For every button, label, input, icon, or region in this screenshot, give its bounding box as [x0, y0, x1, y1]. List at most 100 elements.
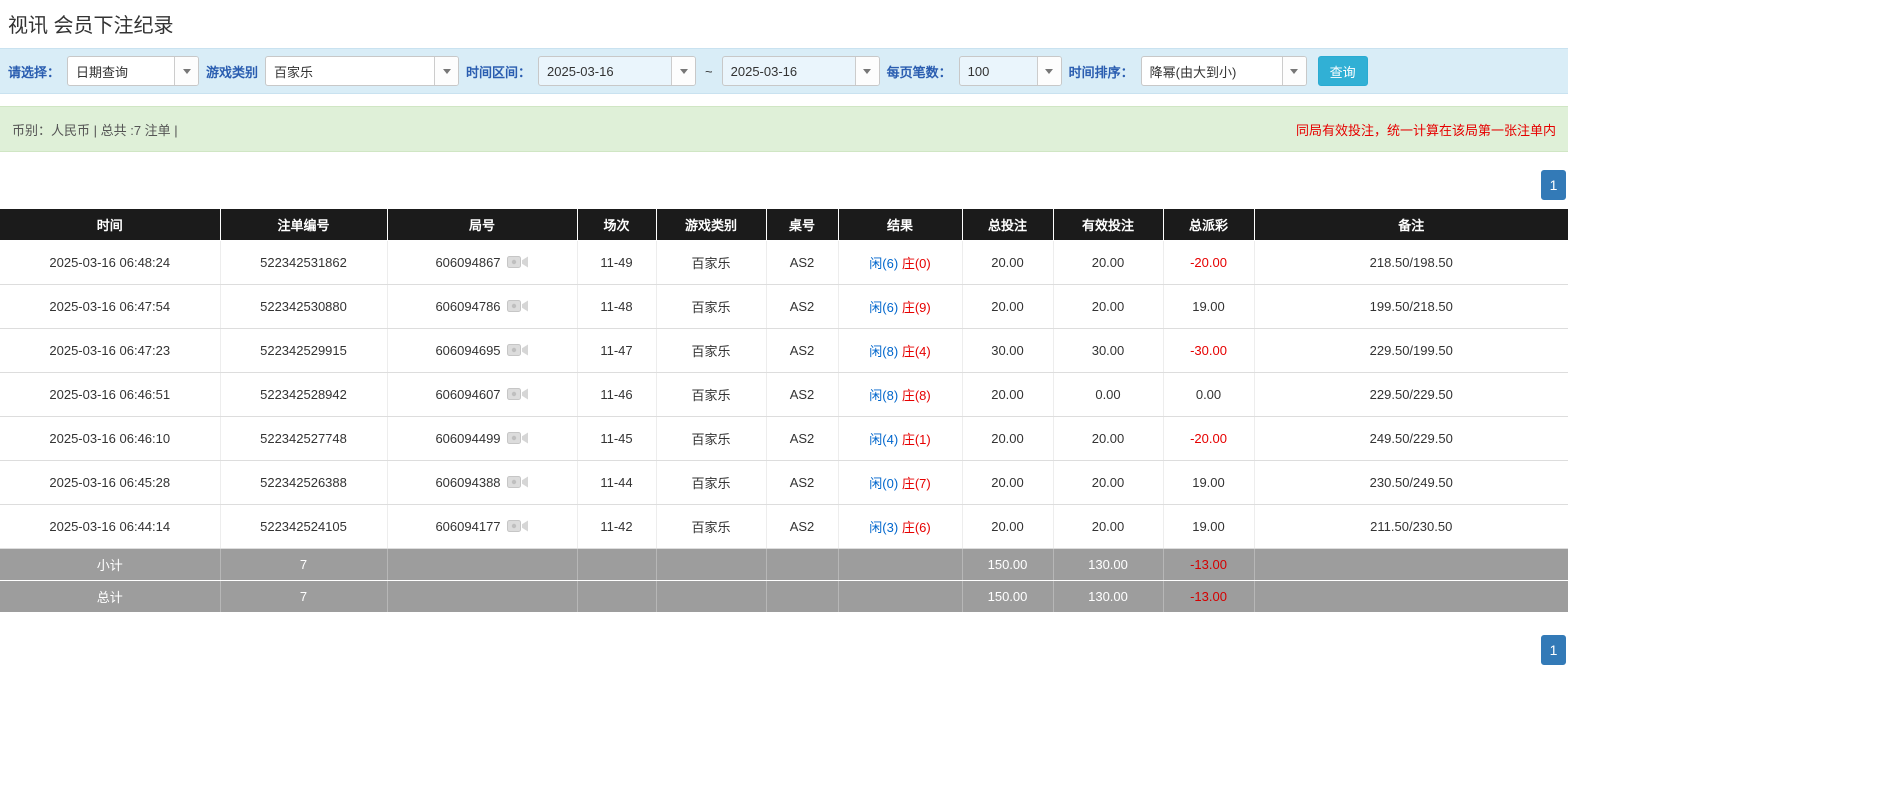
cell-payout: 19.00: [1163, 284, 1254, 328]
round-number: 606094695: [435, 343, 500, 358]
cell-round-id: 606094695: [387, 328, 577, 372]
game-type-input[interactable]: [266, 57, 434, 85]
result-player: 闲(4): [869, 432, 898, 447]
video-replay-icon[interactable]: [507, 254, 529, 270]
cell-total-bet[interactable]: 20.00: [962, 372, 1053, 416]
video-replay-icon[interactable]: [507, 430, 529, 446]
empty-cell: [766, 548, 838, 580]
round-number: 606094607: [435, 387, 500, 402]
cell-bet-id: 522342526388: [220, 460, 387, 504]
cell-valid-bet: 20.00: [1053, 460, 1163, 504]
video-replay-icon[interactable]: [507, 298, 529, 314]
filter-bar: 请选择： 游戏类别 时间区间： ~ 每页笔数： 时间排序：: [0, 48, 1568, 94]
cell-time: 2025-03-16 06:48:24: [0, 240, 220, 284]
date-to-dropdown-button[interactable]: [855, 57, 879, 85]
pagination-top: 1: [0, 170, 1568, 200]
sort-select[interactable]: [1141, 56, 1307, 86]
game-type-dropdown-button[interactable]: [434, 57, 458, 85]
result-banker: 庄(1): [902, 432, 931, 447]
round-number: 606094177: [435, 519, 500, 534]
empty-cell: [766, 580, 838, 612]
header-bet-id: 注单编号: [220, 209, 387, 240]
cell-round-id: 606094388: [387, 460, 577, 504]
game-type-select[interactable]: [265, 56, 459, 86]
cell-bet-id: 522342527748: [220, 416, 387, 460]
cell-round-id: 606094499: [387, 416, 577, 460]
cell-remark: 229.50/229.50: [1254, 372, 1568, 416]
query-type-select[interactable]: [67, 56, 199, 86]
result-banker: 庄(8): [902, 388, 931, 403]
date-from-dropdown-button[interactable]: [671, 57, 695, 85]
cell-valid-bet: 20.00: [1053, 504, 1163, 548]
cell-total-bet[interactable]: 20.00: [962, 284, 1053, 328]
empty-cell: [1254, 580, 1568, 612]
empty-cell: [838, 580, 962, 612]
header-payout: 总派彩: [1163, 209, 1254, 240]
table-row: 2025-03-16 06:46:51 522342528942 6060946…: [0, 372, 1568, 416]
date-from-select[interactable]: [538, 56, 696, 86]
cell-total-bet[interactable]: 20.00: [962, 504, 1053, 548]
cell-game-type: 百家乐: [656, 372, 766, 416]
page-1-button[interactable]: 1: [1541, 170, 1566, 200]
cell-game-type: 百家乐: [656, 284, 766, 328]
date-range-separator: ~: [705, 64, 713, 79]
date-to-input[interactable]: [723, 57, 855, 85]
cell-payout: -20.00: [1163, 416, 1254, 460]
cell-payout: -30.00: [1163, 328, 1254, 372]
per-page-input[interactable]: [960, 57, 1037, 85]
date-from-input[interactable]: [539, 57, 671, 85]
cell-result: 闲(6) 庄(9): [838, 284, 962, 328]
subtotal-payout: -13.00: [1163, 548, 1254, 580]
cell-remark: 230.50/249.50: [1254, 460, 1568, 504]
cell-game-type: 百家乐: [656, 328, 766, 372]
result-banker: 庄(4): [902, 344, 931, 359]
currency-total-text: 币别：人民币 | 总共 :7 注单 |: [12, 120, 178, 139]
cell-result: 闲(3) 庄(6): [838, 504, 962, 548]
table-header-row: 时间 注单编号 局号 场次 游戏类别 桌号 结果 总投注 有效投注 总派彩 备注: [0, 209, 1568, 240]
empty-cell: [387, 548, 577, 580]
cell-total-bet[interactable]: 20.00: [962, 240, 1053, 284]
header-valid-bet: 有效投注: [1053, 209, 1163, 240]
cell-result: 闲(6) 庄(0): [838, 240, 962, 284]
video-replay-icon[interactable]: [507, 386, 529, 402]
cell-total-bet[interactable]: 30.00: [962, 328, 1053, 372]
search-button[interactable]: 查询: [1318, 56, 1368, 86]
sort-dropdown-button[interactable]: [1282, 57, 1306, 85]
per-page-dropdown-button[interactable]: [1037, 57, 1061, 85]
result-banker: 庄(0): [902, 256, 931, 271]
summary-bar: 币别：人民币 | 总共 :7 注单 | 同局有效投注，统一计算在该局第一张注单内: [0, 106, 1568, 152]
result-banker: 庄(9): [902, 300, 931, 315]
cell-session: 11-47: [577, 328, 656, 372]
video-replay-icon[interactable]: [507, 518, 529, 534]
query-type-input[interactable]: [68, 57, 174, 85]
table-row: 2025-03-16 06:46:10 522342527748 6060944…: [0, 416, 1568, 460]
cell-valid-bet: 30.00: [1053, 328, 1163, 372]
query-type-dropdown-button[interactable]: [174, 57, 198, 85]
per-page-select[interactable]: [959, 56, 1062, 86]
cell-valid-bet: 0.00: [1053, 372, 1163, 416]
page-1-button[interactable]: 1: [1541, 635, 1566, 665]
cell-time: 2025-03-16 06:46:51: [0, 372, 220, 416]
date-to-select[interactable]: [722, 56, 880, 86]
video-replay-icon[interactable]: [507, 342, 529, 358]
video-replay-icon[interactable]: [507, 474, 529, 490]
cell-total-bet[interactable]: 20.00: [962, 460, 1053, 504]
cell-session: 11-44: [577, 460, 656, 504]
cell-payout: 19.00: [1163, 504, 1254, 548]
cell-time: 2025-03-16 06:47:23: [0, 328, 220, 372]
result-banker: 庄(6): [902, 520, 931, 535]
cell-remark: 211.50/230.50: [1254, 504, 1568, 548]
cell-result: 闲(4) 庄(1): [838, 416, 962, 460]
result-banker: 庄(7): [902, 476, 931, 491]
caret-down-icon: [1290, 69, 1298, 74]
cell-table-no: AS2: [766, 240, 838, 284]
cell-total-bet[interactable]: 20.00: [962, 416, 1053, 460]
header-time: 时间: [0, 209, 220, 240]
cell-game-type: 百家乐: [656, 240, 766, 284]
sort-input[interactable]: [1142, 57, 1282, 85]
sort-label: 时间排序：: [1069, 62, 1134, 81]
cell-game-type: 百家乐: [656, 460, 766, 504]
caret-down-icon: [1045, 69, 1053, 74]
cell-round-id: 606094786: [387, 284, 577, 328]
cell-valid-bet: 20.00: [1053, 416, 1163, 460]
